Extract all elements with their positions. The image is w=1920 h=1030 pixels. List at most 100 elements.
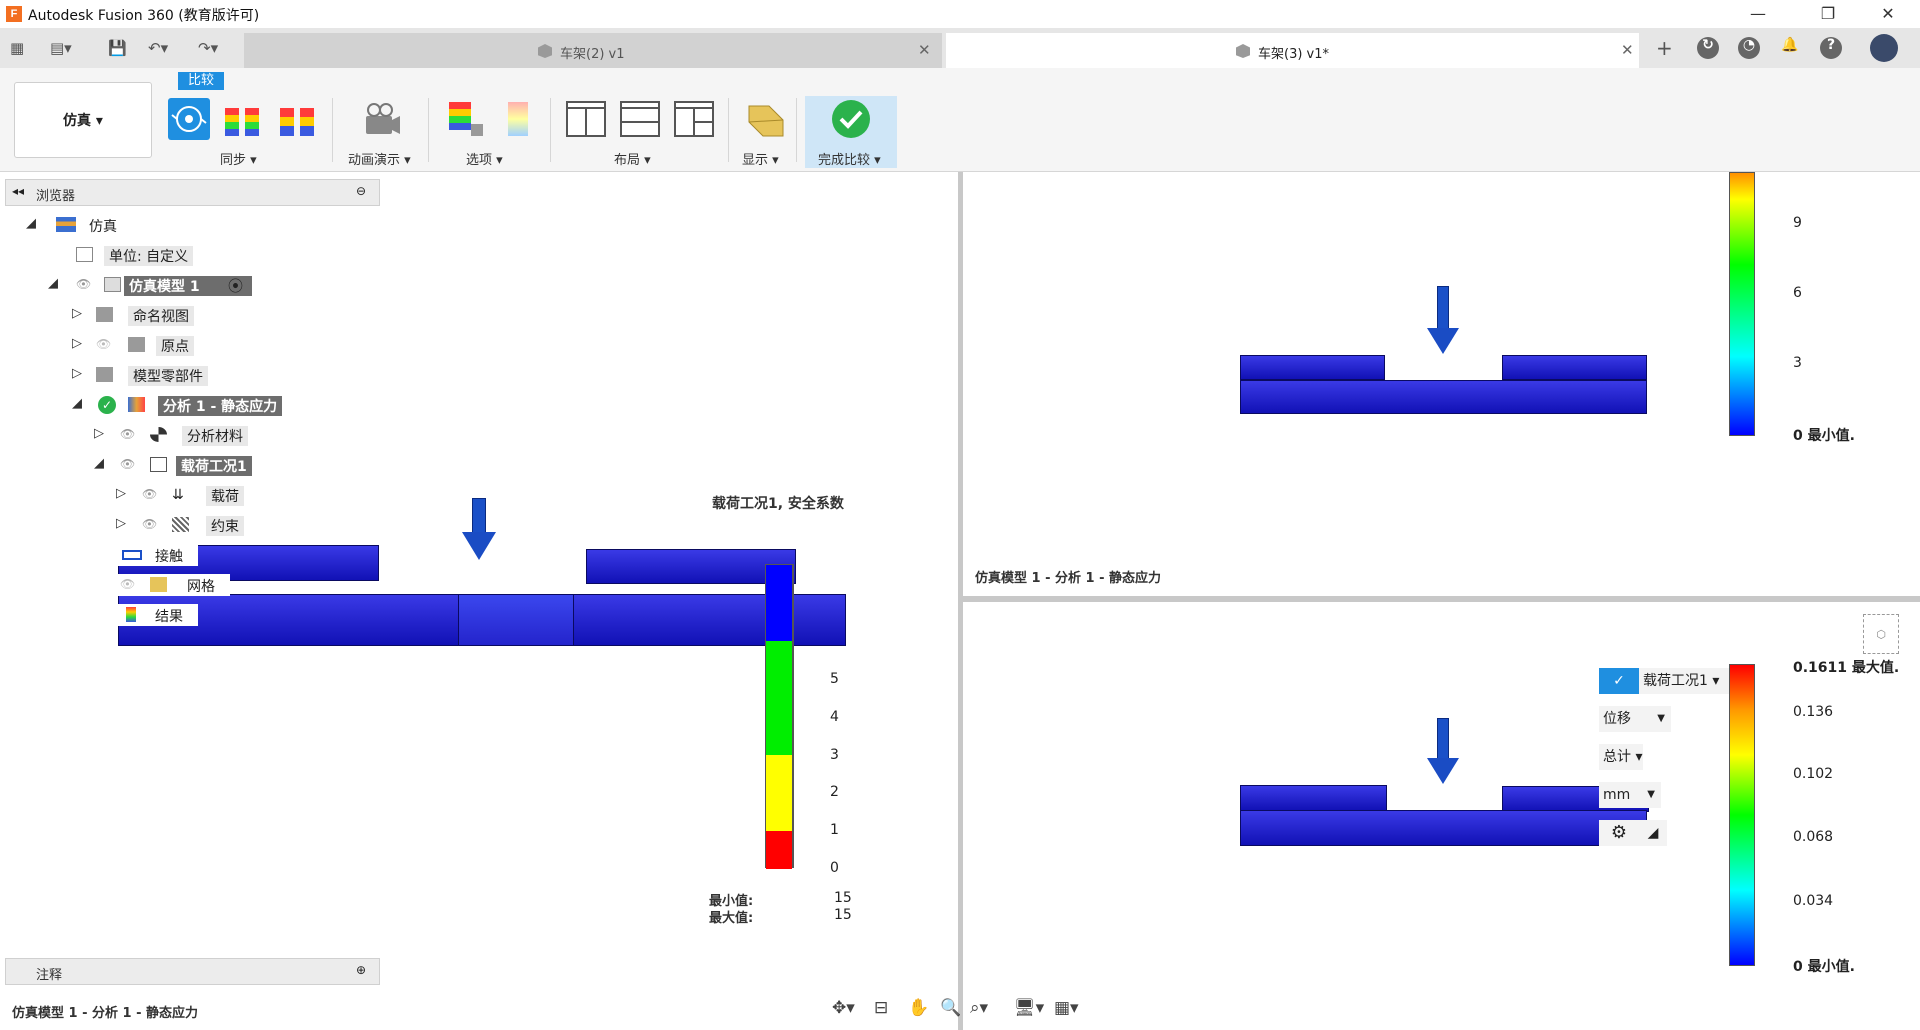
eye-icon[interactable]: 👁 [142, 488, 160, 500]
model-center-part [458, 594, 574, 646]
undo-icon[interactable]: ↶▾ [148, 38, 168, 58]
browser-header[interactable]: ◂◂ 浏览器 ⊖ [5, 179, 380, 206]
eye-icon[interactable]: 👁 [142, 518, 160, 530]
layout-group-label[interactable]: 布局 ▾ [614, 149, 651, 168]
loadcase-toggle-icon[interactable]: ✓ [1599, 668, 1639, 694]
legend-tick: 9 [1793, 215, 1802, 231]
finish-check-icon[interactable] [830, 98, 872, 140]
eye-icon[interactable]: 👁 [120, 458, 138, 470]
user-avatar[interactable] [1870, 34, 1898, 62]
mesh-icon [150, 577, 167, 592]
component-select[interactable]: 总计 ▾ [1599, 744, 1643, 770]
collapse-browser-icon[interactable]: ◂◂ [12, 184, 24, 198]
grid-settings-icon[interactable]: ▦▾ [1054, 998, 1079, 1018]
job-status-icon[interactable]: ◔ [1738, 37, 1760, 59]
expand-icon[interactable]: ▷ [94, 426, 104, 441]
help-icon[interactable]: ? [1820, 37, 1842, 59]
tree-item-contacts[interactable]: 接触 [118, 544, 198, 566]
left-viewport[interactable]: 载荷工况1, 安全系数 5 4 3 2 1 0 最小值: 最大值: 15 15 … [0, 172, 958, 1030]
eye-hidden-icon[interactable]: 👁 [120, 578, 138, 590]
app-grid-icon[interactable]: ▦ [10, 38, 24, 58]
eye-icon[interactable]: 👁 [76, 278, 94, 290]
result-type-value: 位移 [1603, 711, 1631, 727]
close-tab-icon[interactable]: ✕ [1621, 41, 1634, 59]
sync-group-label[interactable]: 同步 ▾ [220, 149, 257, 168]
expand-icon[interactable]: ▷ [72, 306, 82, 321]
tab-chejia-2[interactable]: 车架(2) v1 ✕ [244, 33, 942, 68]
view-cube-icon[interactable]: ⬡ [1863, 614, 1899, 654]
expand-icon[interactable]: ▷ [116, 486, 126, 501]
animate-group-label[interactable]: 动画演示 ▾ [348, 149, 411, 168]
workspace-switcher[interactable]: 仿真 ▾ [14, 82, 152, 158]
constraint-icon [172, 517, 189, 532]
sync-legend-icon[interactable] [223, 98, 263, 140]
display-settings-icon[interactable]: 🖥▾ [1014, 998, 1044, 1018]
tree-item-results[interactable]: 结果 [118, 604, 198, 626]
browser-minus-icon[interactable]: ⊖ [356, 184, 366, 198]
simulation-icon [56, 217, 76, 232]
look-at-icon[interactable]: ⊟ [874, 998, 888, 1018]
browser-title: 浏览器 [36, 189, 76, 204]
close-tab-icon[interactable]: ✕ [918, 41, 931, 59]
expand-icon[interactable]: ▷ [72, 366, 82, 381]
pan-hand-icon[interactable]: ✋ [908, 998, 929, 1018]
result-type-select[interactable]: 位移 ▼ [1599, 706, 1671, 732]
orbit-icon[interactable]: ✥▾ [832, 998, 855, 1018]
stress-legend-bar [1729, 172, 1755, 436]
redo-icon[interactable]: ↷▾ [198, 38, 218, 58]
animate-camera-icon[interactable] [360, 98, 402, 140]
display-group-label[interactable]: 显示 ▾ [742, 149, 779, 168]
save-icon[interactable]: 💾 [108, 38, 127, 58]
tree-item-mesh[interactable]: 👁 网格 [118, 574, 230, 596]
annotations-plus-icon[interactable]: ⊕ [356, 963, 366, 977]
lower-right-viewport[interactable]: ⬡ ✓ 载荷工况1 ▾ 位移 ▼ 总计 ▾ mm ▼ ⚙ ◢ 0.1611 最大… [963, 602, 1920, 1030]
unit-select[interactable]: mm ▼ [1599, 782, 1661, 808]
folder-icon [96, 367, 113, 382]
new-tab-icon[interactable]: + [1656, 38, 1673, 58]
load-arrow-head [1427, 758, 1459, 784]
legend-tick-0: 0 [830, 860, 839, 876]
sync-range-icon[interactable] [278, 98, 318, 140]
file-menu-icon[interactable]: ▤▾ [50, 38, 72, 58]
tab-label: 车架(2) v1 [560, 47, 625, 62]
expand-icon[interactable]: ◢ [26, 216, 36, 231]
restore-button[interactable]: ❐ [1805, 2, 1851, 26]
compare-tab[interactable]: 比较 [178, 72, 224, 90]
load-arrow-head [462, 532, 496, 560]
expand-icon[interactable]: ◢ [48, 276, 58, 291]
ribbon-separator [428, 98, 429, 162]
options-legend-icon[interactable] [445, 98, 487, 140]
model-icon [104, 277, 121, 292]
tab-chejia-3[interactable]: 车架(3) v1* ✕ [946, 33, 1639, 68]
viewport-caption: 仿真模型 1 - 分析 1 - 静态应力 [975, 571, 1162, 586]
upper-right-viewport[interactable]: 9 6 3 0 最小值. 仿真模型 1 - 分析 1 - 静态应力 [963, 172, 1920, 596]
legend-tick: 6 [1793, 285, 1802, 301]
sync-views-icon[interactable] [168, 98, 210, 140]
options-group-label[interactable]: 选项 ▾ [466, 149, 503, 168]
layout-two-vertical-icon[interactable] [565, 98, 607, 140]
fit-zoom-icon[interactable]: ⌕▾ [970, 998, 988, 1018]
expand-icon[interactable]: ▷ [72, 336, 82, 351]
eye-hidden-icon[interactable]: 👁 [96, 338, 114, 350]
ribbon-separator [796, 98, 797, 162]
folder-icon [96, 307, 113, 322]
minimize-button[interactable]: — [1735, 2, 1781, 26]
expand-corner-icon[interactable]: ◢ [1639, 820, 1667, 846]
expand-icon[interactable]: ▷ [116, 516, 126, 531]
expand-icon[interactable]: ◢ [94, 456, 104, 471]
zoom-icon[interactable]: 🔍 [940, 998, 961, 1018]
notification-bell-icon[interactable]: 🔔 [1779, 37, 1801, 59]
options-gradient-icon[interactable] [500, 98, 542, 140]
activate-radio-icon[interactable]: ⦿ [228, 275, 243, 296]
layout-two-horizontal-icon[interactable] [619, 98, 661, 140]
annotations-header[interactable]: 注释 ⊕ [5, 958, 380, 985]
display-icon[interactable] [745, 98, 787, 140]
legend-tick-max: 0.1611 最大值. [1793, 660, 1900, 676]
eye-icon[interactable]: 👁 [120, 428, 138, 440]
sync-icon[interactable]: ↻ [1697, 37, 1719, 59]
expand-icon[interactable]: ◢ [72, 396, 82, 411]
close-button[interactable]: ✕ [1865, 2, 1911, 26]
finish-group-label[interactable]: 完成比较 ▾ [818, 149, 881, 168]
layout-three-views-icon[interactable] [673, 98, 715, 140]
settings-gear-icon[interactable]: ⚙ [1599, 820, 1639, 846]
